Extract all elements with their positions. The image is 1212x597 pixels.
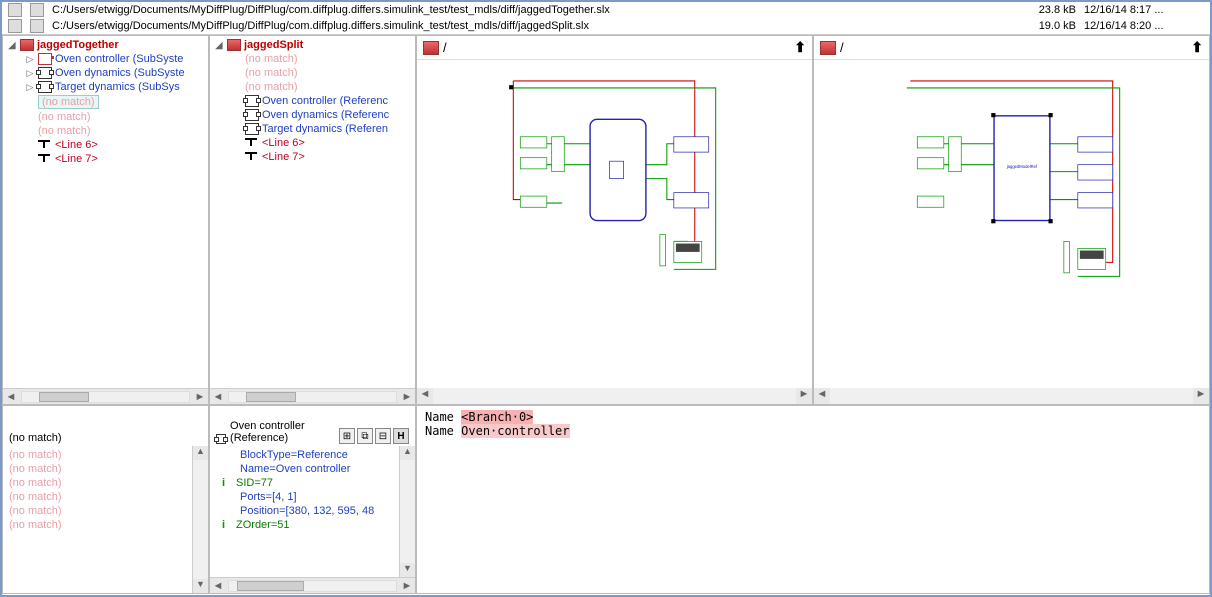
- prop-line: (no match): [7, 518, 188, 532]
- breadcrumb[interactable]: /: [443, 40, 447, 55]
- info-icon: i: [222, 519, 236, 531]
- tree-item[interactable]: (no match): [230, 52, 413, 66]
- tree-item[interactable]: (no match): [23, 94, 206, 110]
- file-size-left: 23.8 kB: [1016, 4, 1076, 16]
- scrollbar-h[interactable]: ◄►: [3, 388, 208, 404]
- line-icon: [38, 153, 52, 165]
- tree-item[interactable]: Target dynamics (Referen: [230, 122, 413, 136]
- prop-line: (no match): [7, 504, 188, 518]
- prop-line: (no match): [7, 462, 188, 476]
- tree-item[interactable]: ▷Oven dynamics (SubSyste: [23, 66, 206, 80]
- simulink-icon: [227, 39, 241, 51]
- file-path-right[interactable]: C:/Users/etwigg/Documents/MyDiffPlug/Dif…: [52, 20, 1008, 32]
- tree-root-right[interactable]: ◢ jaggedSplit: [212, 38, 413, 52]
- ref-icon: [38, 53, 52, 65]
- prop-panel-right: Oven controller (Reference) ⊞ ⧉ ⊟ H Bloc…: [209, 405, 416, 594]
- tree-item[interactable]: <Line 6>: [230, 136, 413, 150]
- up-arrow-icon[interactable]: ⬆: [794, 39, 806, 56]
- tree-item[interactable]: <Line 7>: [23, 152, 206, 166]
- line-icon: [245, 151, 259, 163]
- line-icon: [38, 139, 52, 151]
- prop-line: Ports=[4, 1]: [214, 490, 395, 504]
- prop-panel-left: (no match) (no match)(no match)(no match…: [2, 405, 209, 594]
- disk-icon: [8, 3, 22, 17]
- tree-item[interactable]: (no match): [230, 80, 413, 94]
- line-icon: [245, 137, 259, 149]
- svg-text:jaggedModelRef: jaggedModelRef: [1006, 164, 1038, 169]
- name-diff-row: Name <Branch·0>: [425, 410, 1201, 424]
- tree-root-left[interactable]: ◢ jaggedTogether: [5, 38, 206, 52]
- block-icon: [38, 81, 52, 93]
- tree-item[interactable]: ▷Target dynamics (SubSys: [23, 80, 206, 94]
- disk-icon: [8, 19, 22, 33]
- block-icon: [216, 434, 226, 444]
- simulink-icon: [820, 41, 836, 55]
- simulink-icon: [20, 39, 34, 51]
- prop-line: BlockType=Reference: [214, 448, 395, 462]
- prop-line: (no match): [7, 448, 188, 462]
- file-size-right: 19.0 kB: [1016, 20, 1076, 32]
- scrollbar-h[interactable]: ◄►: [814, 388, 1209, 404]
- tree-item[interactable]: (no match): [230, 66, 413, 80]
- tree-item[interactable]: ▷Oven controller (SubSyste: [23, 52, 206, 66]
- tree-item[interactable]: Oven dynamics (Referenc: [230, 108, 413, 122]
- scrollbar-h[interactable]: ◄►: [210, 577, 415, 593]
- prop-line: Position=[380, 132, 595, 48: [214, 504, 395, 518]
- block-icon: [245, 95, 259, 107]
- tree-item[interactable]: <Line 7>: [230, 150, 413, 164]
- tree-item[interactable]: <Line 6>: [23, 138, 206, 152]
- breadcrumb[interactable]: /: [840, 40, 844, 55]
- up-arrow-icon[interactable]: ⬆: [1191, 39, 1203, 56]
- file-row-right: C:/Users/etwigg/Documents/MyDiffPlug/Dif…: [2, 18, 1210, 34]
- block-icon: [38, 67, 52, 79]
- scrollbar-v[interactable]: ▲▼: [399, 446, 415, 577]
- prop-line: Name=Oven controller: [214, 462, 395, 476]
- copy-button[interactable]: ⧉: [357, 428, 373, 444]
- prop-line: (no match): [7, 490, 188, 504]
- name-diff-row: Name Oven·controller: [425, 424, 1201, 438]
- diagram-canvas-left[interactable]: [417, 60, 812, 388]
- collapse-button[interactable]: ⊟: [375, 428, 391, 444]
- h-button[interactable]: H: [393, 428, 409, 444]
- file-path-left[interactable]: C:/Users/etwigg/Documents/MyDiffPlug/Dif…: [52, 4, 1008, 16]
- file-date-left: 12/16/14 8:17 ...: [1084, 4, 1204, 16]
- prop-line: iSID=77: [214, 476, 395, 490]
- scrollbar-v[interactable]: ▲▼: [192, 446, 208, 593]
- prop-header-label: (no match): [9, 432, 62, 444]
- file-icon: [30, 19, 44, 33]
- tree-item[interactable]: (no match): [23, 110, 206, 124]
- block-icon: [245, 109, 259, 121]
- diagram-canvas-right[interactable]: jaggedModelRef: [814, 60, 1209, 388]
- file-date-right: 12/16/14 8:20 ...: [1084, 20, 1204, 32]
- file-row-left: C:/Users/etwigg/Documents/MyDiffPlug/Dif…: [2, 2, 1210, 18]
- name-diff-panel: Name <Branch·0> Name Oven·controller: [416, 405, 1210, 594]
- tree-item[interactable]: Oven controller (Referenc: [230, 94, 413, 108]
- file-header: C:/Users/etwigg/Documents/MyDiffPlug/Dif…: [2, 2, 1210, 35]
- tree-panel-left: ◢ jaggedTogether ▷Oven controller (SubSy…: [2, 35, 209, 405]
- tree-item[interactable]: (no match): [23, 124, 206, 138]
- diagram-panel-left: / ⬆: [416, 35, 813, 405]
- simulink-icon: [423, 41, 439, 55]
- scrollbar-h[interactable]: ◄►: [417, 388, 812, 404]
- prop-line: (no match): [7, 476, 188, 490]
- block-icon: [245, 123, 259, 135]
- diagram-panel-right: / ⬆ jaggedModelRef: [813, 35, 1210, 405]
- tree-panel-right: ◢ jaggedSplit (no match)(no match)(no ma…: [209, 35, 416, 405]
- file-icon: [30, 3, 44, 17]
- prop-line: iZOrder=51: [214, 518, 395, 532]
- expand-button[interactable]: ⊞: [339, 428, 355, 444]
- scrollbar-h[interactable]: ◄►: [210, 388, 415, 404]
- info-icon: i: [222, 477, 236, 489]
- prop-header-label: Oven controller (Reference): [230, 420, 339, 444]
